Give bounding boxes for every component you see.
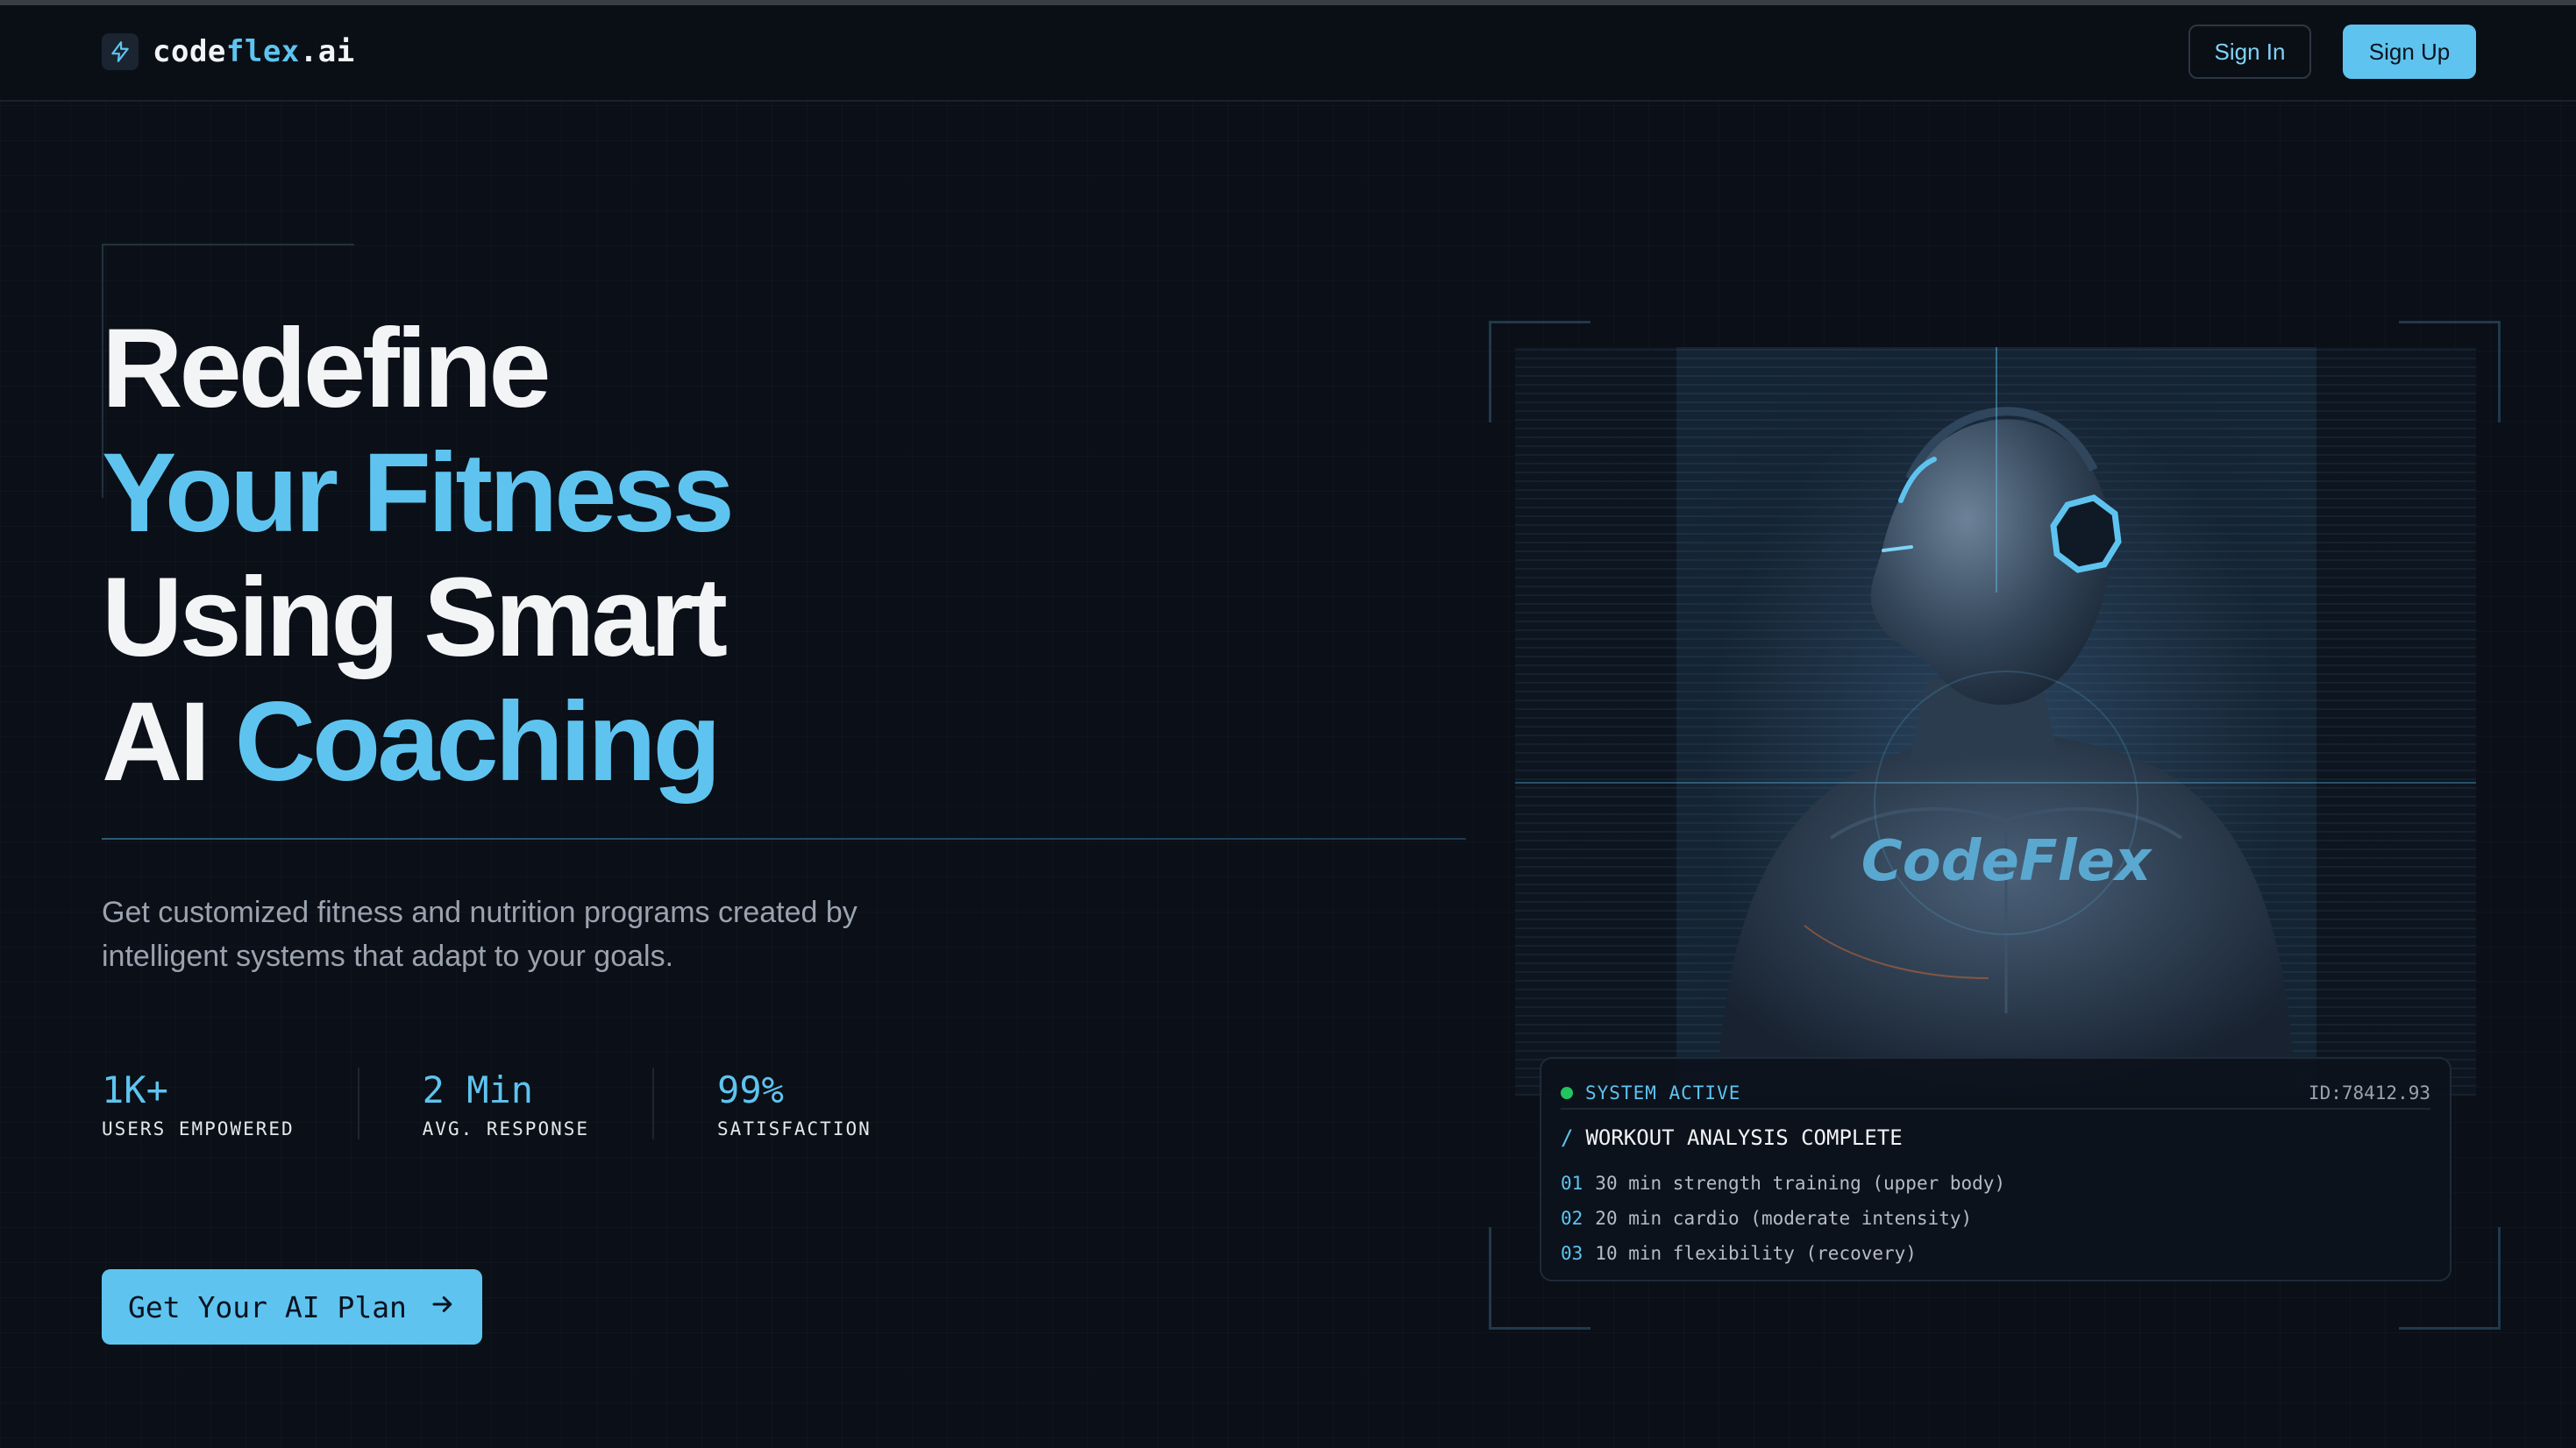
headline-line-2: Your Fitness (102, 430, 735, 556)
stat-label: SATISFACTION (717, 1118, 872, 1139)
frame-corner (1489, 1327, 1590, 1330)
list-item: 01 30 min strength training (upper body) (1561, 1173, 2006, 1194)
sign-in-button[interactable]: Sign In (2188, 25, 2311, 79)
frame-corner (2498, 321, 2501, 422)
frame-corner (1489, 321, 1491, 422)
stat-label: USERS EMPOWERED (102, 1118, 295, 1139)
landing-page: codeflex.ai Sign In Sign Up Redefine You… (0, 0, 2576, 1448)
frame-corner (1489, 1227, 1491, 1329)
frame-corner (1489, 321, 1590, 323)
list-item: 02 20 min cardio (moderate intensity) (1561, 1208, 1973, 1229)
headline-line-1: Redefine (102, 306, 551, 431)
corner-accent (102, 244, 354, 245)
hero-divider (102, 838, 1466, 840)
stat-value: 1K+ (102, 1068, 168, 1111)
stat-satisfaction: 99% SATISFACTION (652, 1068, 935, 1139)
logo[interactable]: codeflex.ai (102, 33, 355, 70)
stat-value: 2 Min (422, 1068, 534, 1111)
status-dot-icon (1561, 1087, 1573, 1099)
workout-list: 01 30 min strength training (upper body) … (1561, 1166, 2005, 1271)
brand-chest-text: CodeFlex (1861, 829, 2153, 894)
frame-corner (2399, 321, 2501, 323)
headline-line-3: Using Smart (102, 555, 728, 680)
stat-response: 2 Min AVG. RESPONSE (357, 1068, 652, 1139)
headline-line-4: AI Coaching (102, 679, 722, 805)
get-ai-plan-button[interactable]: Get Your AI Plan (102, 1269, 482, 1345)
arrow-right-icon (430, 1290, 456, 1324)
status-text: SYSTEM ACTIVE (1585, 1082, 1741, 1104)
cta-label: Get Your AI Plan (128, 1289, 407, 1324)
panel-id: ID:78412.93 (2308, 1082, 2430, 1104)
panel-title: / WORKOUT ANALYSIS COMPLETE (1561, 1125, 1903, 1150)
lightning-icon (102, 33, 139, 70)
panel-header: SYSTEM ACTIVE ID:78412.93 (1561, 1078, 2430, 1110)
frame-corner (2498, 1227, 2501, 1329)
list-item: 03 10 min flexibility (recovery) (1561, 1243, 1917, 1264)
frame-corner (2399, 1327, 2501, 1330)
scan-line (1996, 347, 1997, 593)
stat-label: AVG. RESPONSE (422, 1118, 590, 1139)
hero-headline: Redefine Your Fitness Using Smart AI Coa… (102, 306, 735, 805)
stats-row: 1K+ USERS EMPOWERED 2 Min AVG. RESPONSE … (102, 1068, 935, 1139)
analysis-panel: SYSTEM ACTIVE ID:78412.93 /WORKOUT ANALY… (1540, 1057, 2451, 1281)
hero-subtitle: Get customized fitness and nutrition pro… (102, 896, 857, 973)
scan-line (1515, 782, 2476, 784)
ai-coach-image: CodeFlex (1515, 347, 2476, 1096)
logo-text: codeflex.ai (153, 34, 355, 69)
stat-value: 99% (717, 1068, 784, 1111)
site-header: codeflex.ai Sign In Sign Up (0, 5, 2576, 102)
sign-up-button[interactable]: Sign Up (2343, 25, 2476, 79)
stat-users: 1K+ USERS EMPOWERED (102, 1068, 358, 1139)
